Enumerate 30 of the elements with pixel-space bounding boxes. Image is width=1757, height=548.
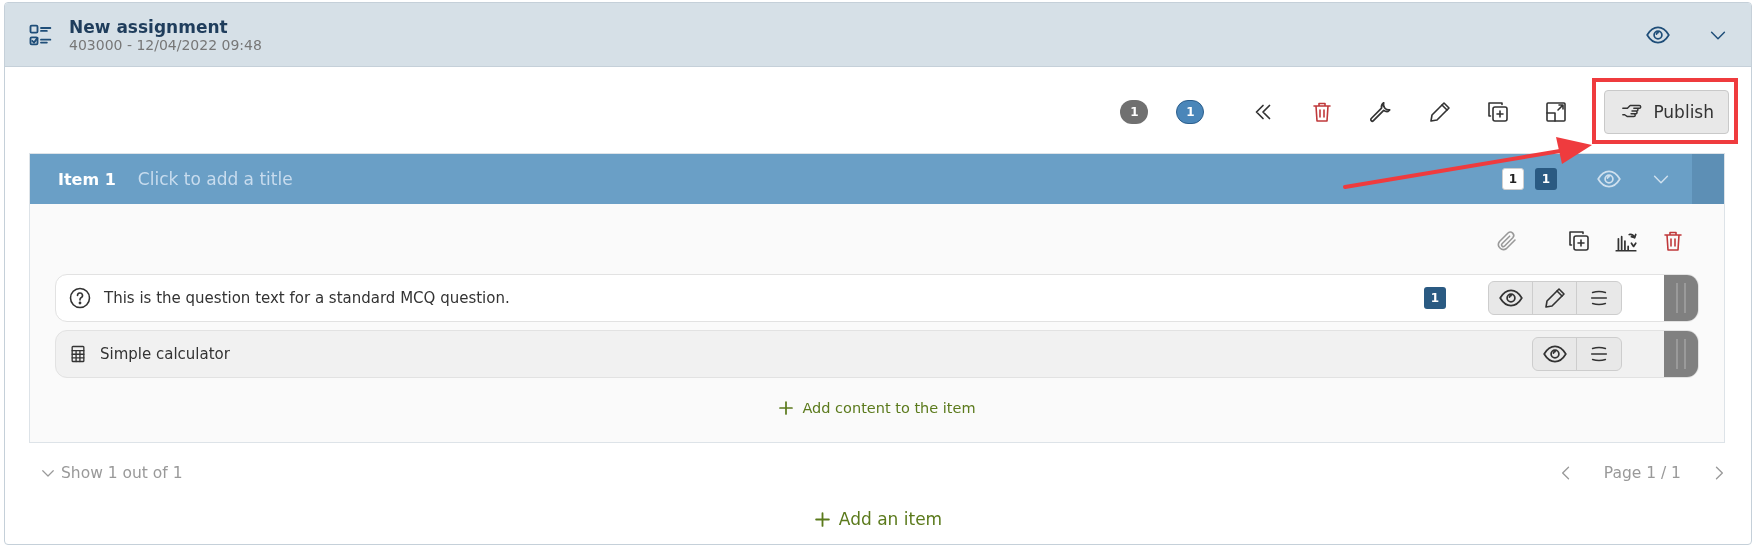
plus-icon [813, 510, 831, 528]
copy-add-icon[interactable] [1486, 100, 1511, 124]
pencil-icon[interactable] [1428, 100, 1453, 124]
item-header[interactable]: Item 1 Click to add a title 1 1 [30, 154, 1724, 204]
add-content-link[interactable]: Add content to the item [802, 400, 976, 416]
drag-handle[interactable] [1664, 275, 1698, 321]
pencil-icon[interactable] [1542, 286, 1567, 310]
plus-icon [778, 400, 795, 416]
trash-icon[interactable] [1661, 229, 1685, 253]
content-row[interactable]: Simple calculator [55, 330, 1699, 378]
drag-handle[interactable] [1692, 154, 1724, 204]
copy-add-icon[interactable] [1567, 229, 1591, 253]
assignment-title: New assignment [69, 16, 229, 37]
content-text: This is the question text for a standard MCQ question. [104, 289, 511, 307]
expand-icon[interactable] [1544, 100, 1569, 124]
drag-handle[interactable] [1664, 331, 1698, 377]
question-mark-icon [68, 286, 92, 310]
publish-button[interactable]: Publish [1604, 90, 1729, 134]
assignment-subtitle: 403000 - 12/04/2022 09:48 [69, 36, 263, 53]
add-item-link[interactable]: Add an item [838, 509, 943, 529]
count-badge: 1 [1502, 168, 1524, 190]
content-row[interactable]: This is the question text for a standard MCQ question. 1 [55, 274, 1699, 322]
paperclip-icon[interactable] [1495, 229, 1519, 253]
item-label: Item 1 [58, 169, 116, 189]
content-text: Simple calculator [100, 345, 231, 363]
count-badge: 1 [1176, 100, 1205, 124]
count-badge: 1 [1120, 100, 1149, 124]
page-indicator: Page 1 / 1 [1603, 464, 1681, 482]
count-badge: 1 [1424, 287, 1446, 309]
count-badge: 1 [1535, 168, 1557, 190]
